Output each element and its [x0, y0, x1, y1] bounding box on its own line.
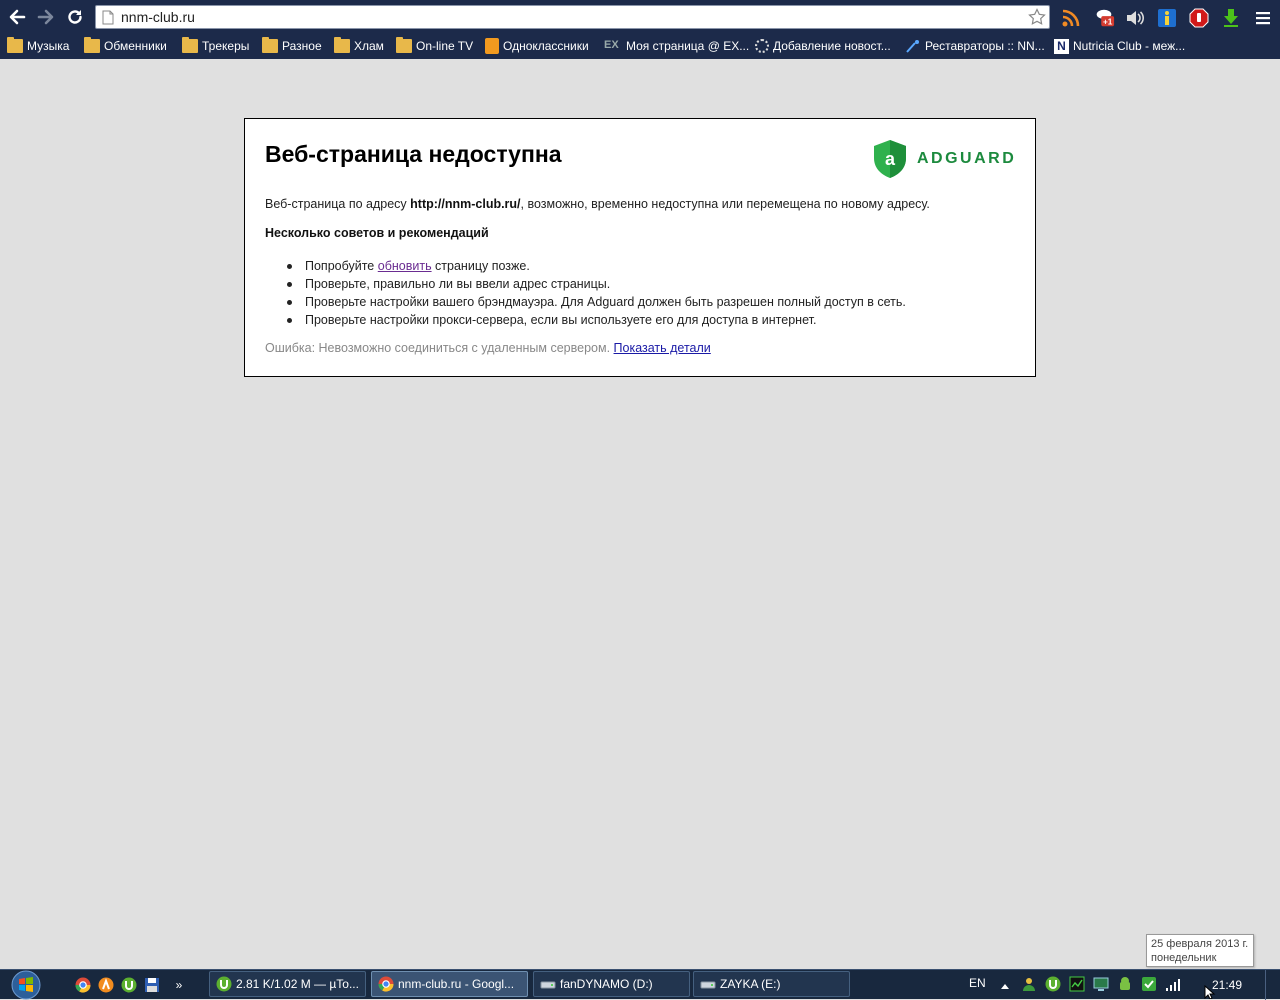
tray-utorrent-icon[interactable]	[1045, 976, 1061, 995]
utorrent-icon	[216, 976, 232, 992]
drive-icon	[540, 981, 556, 989]
adguard-logo-text: ADGUARD	[917, 150, 1017, 167]
utorrent-icon	[121, 977, 137, 993]
folder-icon	[84, 37, 100, 53]
quicklaunch-avast[interactable]	[97, 976, 115, 994]
tooltip-date: 25 февраля 2013 г.	[1151, 938, 1249, 950]
address-bar[interactable]: nnm-club.ru	[95, 5, 1050, 29]
windows-logo-icon	[11, 970, 41, 1000]
start-button[interactable]	[6, 970, 46, 1000]
chrome-icon	[75, 977, 91, 993]
download-arrow-icon[interactable]	[1220, 7, 1242, 29]
floppy-disk-icon	[145, 978, 159, 992]
svg-text:a: a	[885, 149, 896, 169]
bookmark-odnoklassniki[interactable]: Одноклассники	[485, 36, 589, 56]
taskbar-button-drive-e[interactable]: ZAYKA (E:)	[693, 971, 850, 997]
show-desktop-button[interactable]	[1265, 970, 1280, 1000]
language-indicator[interactable]: EN	[969, 976, 986, 990]
list-item: Проверьте, правильно ли вы ввели адрес с…	[285, 275, 906, 293]
bookmark-restorers[interactable]: Реставраторы :: NN...	[905, 36, 1045, 56]
nav-row: nnm-club.ru +1	[0, 0, 1280, 36]
list-item: Попробуйте обновить страницу позже.	[285, 257, 906, 275]
list-item: Проверьте настройки прокси-сервера, если…	[285, 311, 906, 329]
chrome-icon	[378, 976, 394, 992]
folder-icon	[396, 37, 412, 53]
failed-url: http://nnm-club.ru/	[410, 197, 521, 211]
quicklaunch-chrome[interactable]	[74, 976, 92, 994]
tray-network-signal-icon[interactable]	[1165, 976, 1181, 995]
bookmark-ex-page[interactable]: EX Моя страница @ EX...	[604, 36, 749, 56]
avast-icon	[98, 977, 114, 993]
folder-icon	[334, 37, 350, 53]
error-panel: Веб-страница недоступна a ADGUARD Веб-ст…	[244, 118, 1036, 377]
bookmark-folder-trackers[interactable]: Трекеры	[182, 36, 249, 56]
date-tooltip: 25 февраля 2013 г. понедельник	[1146, 934, 1254, 967]
tray-display-icon[interactable]	[1093, 976, 1109, 995]
adguard-shield-icon: a	[874, 140, 906, 178]
forward-arrow-icon	[37, 9, 54, 25]
error-description: Веб-страница по адресу http://nnm-club.r…	[265, 197, 930, 211]
page-title: Веб-страница недоступна	[265, 141, 562, 167]
drive-icon	[700, 981, 716, 989]
folder-icon	[262, 37, 278, 53]
info-extension-icon[interactable]	[1156, 7, 1178, 29]
tray-expand-icon[interactable]	[1000, 979, 1010, 993]
mouse-cursor-icon	[1204, 985, 1216, 999]
reload-icon	[68, 10, 82, 24]
bookmarks-bar: Музыка Обменники Трекеры Разное Хлам On-…	[0, 36, 1280, 56]
bookmark-folder-exchangers[interactable]: Обменники	[84, 36, 167, 56]
quicklaunch-save[interactable]	[143, 976, 161, 994]
page-icon	[102, 10, 114, 25]
svg-text:+1: +1	[1103, 17, 1113, 26]
tooltip-weekday: понедельник	[1151, 952, 1217, 964]
bookmark-folder-online-tv[interactable]: On-line TV	[396, 36, 473, 56]
quicklaunch-utorrent[interactable]	[120, 976, 138, 994]
browser-toolbar: nnm-club.ru +1 Музыка Обменники Трекеры …	[0, 0, 1280, 59]
quicklaunch-overflow[interactable]: »	[170, 976, 188, 994]
odnoklassniki-icon	[485, 38, 499, 54]
bookmark-nutricia[interactable]: N Nutricia Club - меж...	[1054, 36, 1185, 56]
error-message: Ошибка: Невозможно соединиться с удаленн…	[265, 341, 711, 355]
bookmark-add-news[interactable]: Добавление новост...	[755, 36, 891, 56]
list-item: Проверьте настройки вашего брэндмауэра. …	[285, 293, 906, 311]
url-text: nnm-club.ru	[121, 9, 195, 25]
back-arrow-icon	[9, 9, 26, 25]
google-plus-one-icon[interactable]: +1	[1093, 7, 1115, 29]
adguard-logo: a ADGUARD	[873, 139, 1016, 179]
ex-icon: EX	[604, 39, 619, 51]
bookmark-star-icon[interactable]	[1028, 8, 1046, 26]
show-details-link[interactable]: Показать детали	[614, 341, 711, 355]
rss-icon[interactable]	[1060, 7, 1082, 29]
nutricia-icon: N	[1054, 38, 1069, 54]
taskbar-button-chrome[interactable]: nnm-club.ru - Googl...	[371, 971, 528, 997]
forward-button[interactable]	[35, 6, 57, 28]
volume-icon[interactable]	[1124, 7, 1146, 29]
menu-icon[interactable]	[1252, 7, 1274, 29]
tray-user-icon[interactable]	[1021, 976, 1037, 995]
taskbar-button-drive-d[interactable]: fanDYNAMO (D:)	[533, 971, 690, 997]
adblock-icon[interactable]	[1188, 7, 1210, 29]
folder-icon	[7, 37, 23, 53]
taskbar: » 2.81 K/1.02 M — µTo... nnm-club.ru - G…	[0, 969, 1280, 1000]
gear-icon	[755, 39, 769, 53]
tips-list: Попробуйте обновить страницу позже. Пров…	[285, 257, 906, 329]
taskbar-button-utorrent[interactable]: 2.81 K/1.02 M — µTo...	[209, 971, 366, 997]
reload-button[interactable]	[64, 6, 86, 28]
brush-icon	[905, 39, 921, 53]
folder-icon	[182, 37, 198, 53]
tray-check-icon[interactable]	[1141, 976, 1157, 995]
bookmark-folder-junk[interactable]: Хлам	[334, 36, 384, 56]
tray-monitor-icon[interactable]	[1069, 976, 1085, 995]
tips-heading: Несколько советов и рекомендаций	[265, 226, 489, 240]
bookmark-folder-misc[interactable]: Разное	[262, 36, 322, 56]
tray-android-icon[interactable]	[1117, 976, 1133, 995]
bookmark-folder-music[interactable]: Музыка	[7, 36, 69, 56]
reload-link[interactable]: обновить	[378, 259, 432, 273]
back-button[interactable]	[6, 6, 28, 28]
